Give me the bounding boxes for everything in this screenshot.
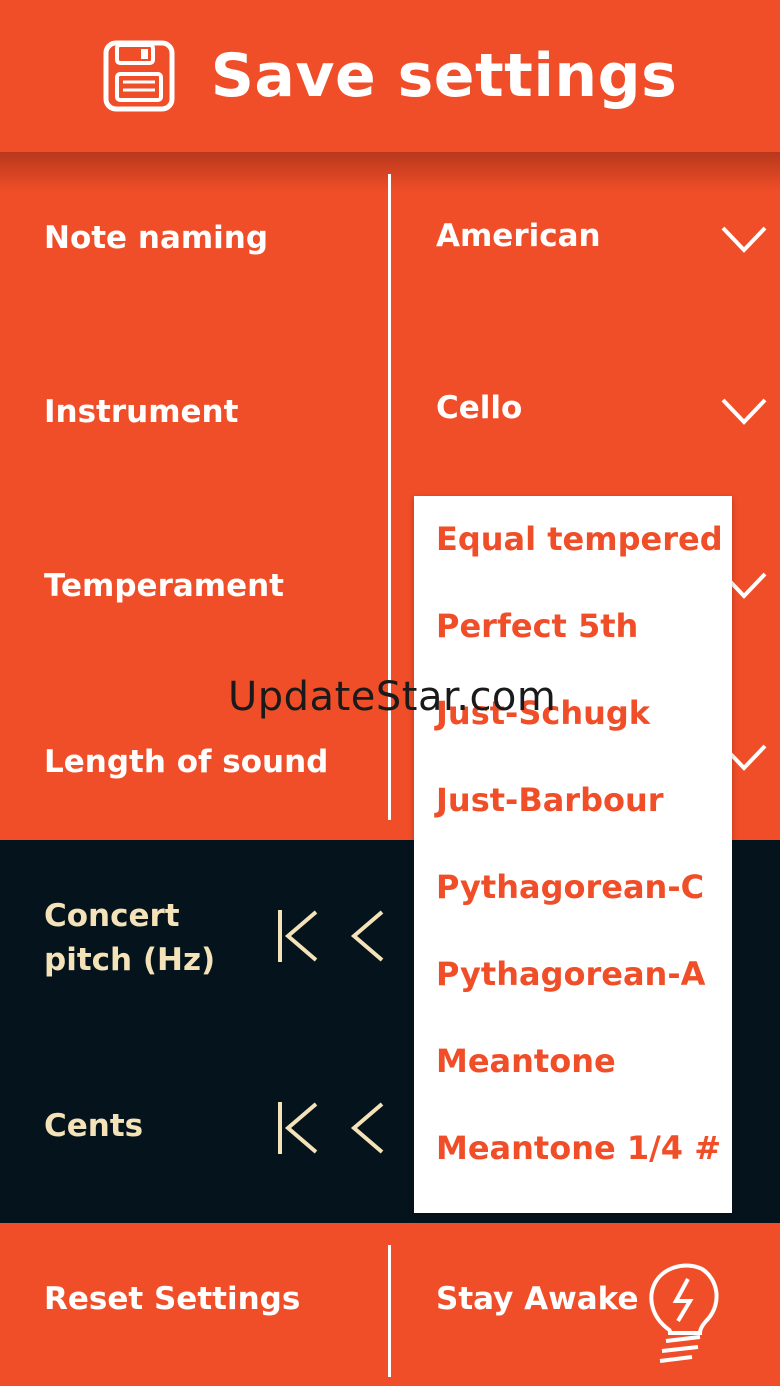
- note-naming-select[interactable]: American: [436, 218, 601, 254]
- skip-back-icon[interactable]: [276, 1100, 320, 1156]
- note-naming-label: Note naming: [44, 220, 269, 256]
- dropdown-option[interactable]: Meantone: [436, 1042, 616, 1080]
- dropdown-option[interactable]: Pythagorean-A: [436, 955, 705, 993]
- dropdown-option[interactable]: Just-Barbour: [436, 781, 664, 819]
- watermark-text: UpdateStar.com: [228, 674, 557, 720]
- concert-pitch-label: Concert pitch (Hz): [44, 898, 216, 978]
- step-back-icon[interactable]: [344, 908, 388, 964]
- length-of-sound-label: Length of sound: [44, 744, 329, 780]
- step-back-icon[interactable]: [344, 1100, 388, 1156]
- dropdown-option[interactable]: Perfect 5th: [436, 607, 638, 645]
- chevron-down-icon[interactable]: [720, 396, 768, 426]
- skip-back-icon[interactable]: [276, 908, 320, 964]
- chevron-down-icon[interactable]: [720, 224, 768, 254]
- temperament-label: Temperament: [44, 568, 284, 604]
- temperament-dropdown[interactable]: Equal tempered Perfect 5th Just-Schugk J…: [414, 496, 732, 1213]
- cents-label: Cents: [44, 1108, 144, 1144]
- bottom-divider: [388, 1245, 391, 1377]
- instrument-select[interactable]: Cello: [436, 390, 522, 426]
- lightbulb-icon[interactable]: [646, 1259, 722, 1367]
- dropdown-option[interactable]: Equal tempered: [436, 520, 723, 558]
- floppy-disk-icon[interactable]: [103, 40, 175, 112]
- bottom-bar: Reset Settings Stay Awake: [0, 1223, 780, 1386]
- column-divider: [388, 174, 391, 820]
- page-title[interactable]: Save settings: [211, 41, 678, 111]
- dropdown-option[interactable]: Pythagorean-C: [436, 868, 704, 906]
- instrument-label: Instrument: [44, 394, 239, 430]
- reset-settings-button[interactable]: Reset Settings: [44, 1281, 300, 1317]
- dropdown-option[interactable]: Meantone 1/4 #: [436, 1129, 721, 1167]
- stay-awake-button[interactable]: Stay Awake: [436, 1281, 638, 1317]
- header: Save settings: [0, 0, 780, 152]
